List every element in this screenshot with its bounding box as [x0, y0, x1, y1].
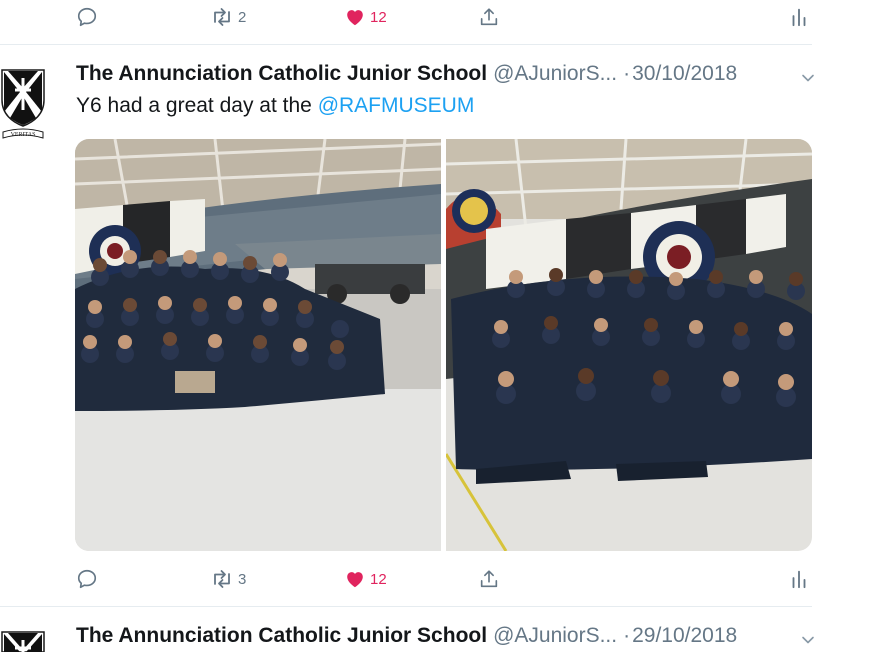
reply-icon	[76, 6, 98, 28]
share-button[interactable]	[478, 564, 500, 594]
separator-dot: ·	[623, 624, 631, 647]
share-icon	[478, 6, 500, 28]
tweet-text-body: Y6 had a great day at the	[76, 94, 318, 117]
mention-link[interactable]: @RAFMUSEUM	[318, 94, 475, 117]
tweet-header: The Annunciation Catholic Junior School …	[76, 62, 737, 86]
share-icon	[478, 568, 500, 590]
analytics-icon	[788, 568, 810, 590]
analytics-icon	[788, 6, 810, 28]
school-crest-avatar[interactable]: VERITAS	[0, 66, 46, 146]
tweet-text: Y6 had a great day at the @RAFMUSEUM	[76, 94, 474, 118]
retweet-icon	[210, 5, 234, 29]
tweet-photo-2[interactable]	[446, 139, 812, 551]
tweet-divider	[0, 606, 812, 607]
analytics-button[interactable]	[788, 564, 810, 594]
previous-tweet-actions: 2 12	[76, 2, 812, 32]
crest-motto: VERITAS	[11, 132, 36, 138]
reply-button[interactable]	[76, 564, 98, 594]
retweet-count: 2	[238, 8, 247, 26]
author-name[interactable]: The Annunciation Catholic Junior School	[76, 624, 487, 648]
retweet-button[interactable]: 3	[210, 564, 246, 594]
analytics-button[interactable]	[788, 2, 810, 32]
like-button[interactable]: 12	[344, 2, 387, 32]
chevron-down-icon[interactable]	[800, 632, 816, 648]
tweet-photo-1[interactable]	[75, 139, 441, 551]
author-name[interactable]: The Annunciation Catholic Junior School	[76, 62, 487, 86]
separator-dot: ·	[623, 62, 631, 85]
author-handle[interactable]: @AJuniorS...	[493, 62, 617, 86]
like-icon	[344, 6, 366, 28]
tweet-header: The Annunciation Catholic Junior School …	[76, 624, 737, 648]
share-button[interactable]	[478, 2, 500, 32]
tweet-media[interactable]	[75, 139, 812, 551]
reply-icon	[76, 568, 98, 590]
retweet-icon	[210, 567, 234, 591]
like-count: 12	[370, 8, 387, 26]
like-icon	[344, 568, 366, 590]
author-handle[interactable]: @AJuniorS...	[493, 624, 617, 648]
school-crest-avatar[interactable]	[0, 628, 46, 652]
retweet-count: 3	[238, 570, 247, 588]
tweet-date[interactable]: 29/10/2018	[632, 624, 737, 648]
tweet-actions: 3 12	[76, 564, 812, 594]
reply-button[interactable]	[76, 2, 98, 32]
like-button[interactable]: 12	[344, 564, 387, 594]
tweet-divider	[0, 44, 812, 45]
like-count: 12	[370, 570, 387, 588]
chevron-down-icon[interactable]	[800, 70, 816, 86]
tweet-date[interactable]: 30/10/2018	[632, 62, 737, 86]
retweet-button[interactable]: 2	[210, 2, 246, 32]
